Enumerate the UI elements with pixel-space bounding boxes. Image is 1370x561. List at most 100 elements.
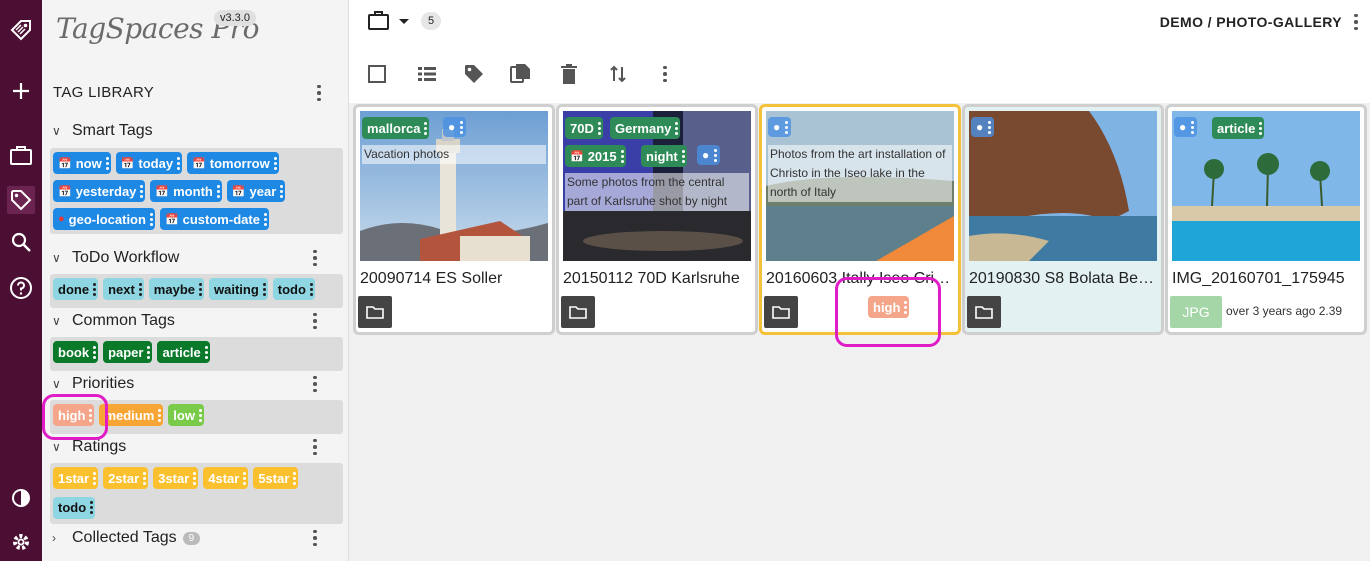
file-grid: mallorca ● Vacation photos 20090714 ES S… <box>349 103 1370 561</box>
tag-low[interactable]: low <box>168 404 204 426</box>
geo-pin-icon[interactable]: ● <box>971 117 995 137</box>
breadcrumb[interactable]: DEMO / PHOTO-GALLERY <box>1160 14 1342 30</box>
group-header-ratings[interactable]: ∨ Ratings <box>52 436 126 458</box>
geo-pin-icon[interactable]: ● <box>768 117 792 137</box>
group-menu-icon[interactable] <box>305 437 325 457</box>
sort-icon[interactable] <box>606 62 630 86</box>
chevron-down-icon: ∨ <box>52 377 61 391</box>
theme-icon[interactable] <box>7 484 35 512</box>
help-icon[interactable] <box>7 274 35 302</box>
card-tag-article[interactable]: article <box>1212 117 1265 139</box>
list-view-icon[interactable] <box>415 62 439 86</box>
file-card[interactable]: ● article IMG_20160701_175945 JPG over 3… <box>1168 107 1364 332</box>
group-header-todo-workflow[interactable]: ∨ ToDo Workflow <box>52 247 179 269</box>
file-meta: over 3 years ago 2.39 <box>1226 304 1343 318</box>
card-tag-night[interactable]: night <box>641 145 687 167</box>
tag-library-menu-icon[interactable] <box>309 83 329 103</box>
tag-3star[interactable]: 3star <box>153 467 199 489</box>
group-header-common-tags[interactable]: ∨ Common Tags <box>52 310 175 332</box>
calendar-icon: 📅 <box>570 150 584 163</box>
file-card[interactable]: ● 20190830 S8 Bolata Beach <box>965 107 1161 332</box>
geo-pin-icon[interactable]: ● <box>697 145 721 165</box>
tag-5star[interactable]: 5star <box>253 467 299 489</box>
file-count-badge: 5 <box>421 12 442 30</box>
folder-icon[interactable] <box>561 296 595 328</box>
group-menu-icon[interactable] <box>305 374 325 394</box>
folder-icon[interactable] <box>764 296 798 328</box>
settings-icon[interactable] <box>7 528 35 556</box>
add-icon[interactable] <box>7 77 35 105</box>
group-menu-icon[interactable] <box>305 528 325 548</box>
tag-high[interactable]: high <box>53 404 95 426</box>
tag-geo-location[interactable]: ● geo-location <box>53 208 155 230</box>
file-card-selected[interactable]: ● Photos from the art installation of Ch… <box>762 107 958 332</box>
group-tags-priorities: high medium low <box>50 400 343 434</box>
card-tag-mallorca[interactable]: mallorca <box>362 117 430 139</box>
tag-custom-date[interactable]: 📅 custom-date <box>159 208 269 230</box>
chevron-right-icon: › <box>52 531 56 545</box>
file-extension-badge[interactable]: JPG <box>1170 296 1222 328</box>
card-tag-high[interactable]: high <box>868 296 910 318</box>
tag-yesterday[interactable]: 📅 yesterday <box>53 180 146 202</box>
copy-icon[interactable] <box>509 62 533 86</box>
card-tag-2015[interactable]: 📅 2015 <box>565 145 626 167</box>
group-menu-icon[interactable] <box>305 248 325 268</box>
folder-icon[interactable] <box>967 296 1001 328</box>
thumbnail-lighthouse: mallorca ● Vacation photos <box>360 111 548 261</box>
card-tag-germany[interactable]: Germany <box>610 117 681 139</box>
card-description: Photos from the art installation of Chri… <box>768 145 952 202</box>
tag-done[interactable]: done <box>53 278 99 300</box>
thumbnail-lake: ● Photos from the art installation of Ch… <box>766 111 954 261</box>
file-card[interactable]: mallorca ● Vacation photos 20090714 ES S… <box>356 107 552 332</box>
group-name: Ratings <box>72 438 127 455</box>
geo-pin-icon[interactable]: ● <box>443 117 467 137</box>
tag-library-icon[interactable] <box>7 186 35 214</box>
tag-article[interactable]: article <box>157 341 210 363</box>
location-menu-icon[interactable] <box>1346 12 1366 32</box>
location-switcher[interactable] <box>368 10 414 37</box>
tag-medium[interactable]: medium <box>99 404 164 426</box>
card-title: 20190830 S8 Bolata Beach <box>969 270 1157 287</box>
tag-now[interactable]: 📅 now <box>53 152 111 174</box>
tag-waiting[interactable]: waiting <box>209 278 268 300</box>
delete-icon[interactable] <box>557 62 581 86</box>
folder-icon[interactable] <box>358 296 392 328</box>
tag-1star[interactable]: 1star <box>53 467 99 489</box>
tag-icon[interactable] <box>462 62 486 86</box>
card-tag-70d[interactable]: 70D <box>565 117 603 139</box>
group-header-priorities[interactable]: ∨ Priorities <box>52 373 134 395</box>
card-description: Some photos from the central part of Kar… <box>565 173 749 211</box>
main-area: 5 DEMO / PHOTO-GALLERY mallorca ● Vacati… <box>349 0 1370 561</box>
tag-tomorrow[interactable]: 📅 tomorrow <box>187 152 279 174</box>
thumbnail-night-city: 70D Germany 📅 2015 night ● Some photos fr… <box>563 111 751 261</box>
group-name: ToDo Workflow <box>72 249 180 266</box>
tag-year[interactable]: 📅 year <box>226 180 286 202</box>
tag-book[interactable]: book <box>53 341 99 363</box>
tagspaces-logo-icon[interactable] <box>7 16 35 44</box>
group-name: Common Tags <box>72 312 175 329</box>
chevron-down-icon: ∨ <box>52 440 61 454</box>
tag-4star[interactable]: 4star <box>203 467 249 489</box>
tag-today[interactable]: 📅 today <box>115 152 183 174</box>
group-header-smart-tags[interactable]: ∨ Smart Tags <box>52 120 153 142</box>
group-header-collected-tags[interactable]: › Collected Tags 9 <box>52 527 201 549</box>
tag-paper[interactable]: paper <box>103 341 153 363</box>
tag-2star[interactable]: 2star <box>103 467 149 489</box>
tag-todo-rating[interactable]: todo <box>53 496 96 519</box>
chevron-down-icon: ∨ <box>52 251 61 265</box>
locations-icon[interactable] <box>7 141 35 169</box>
select-all-icon[interactable] <box>365 62 389 86</box>
more-icon[interactable] <box>655 64 675 84</box>
card-title: 20150112 70D Karlsruhe <box>563 270 740 287</box>
group-menu-icon[interactable] <box>305 311 325 331</box>
version-badge: v3.3.0 <box>214 10 256 26</box>
calendar-icon: 📅 <box>192 157 206 170</box>
tag-next[interactable]: next <box>103 278 144 300</box>
tag-todo[interactable]: todo <box>272 278 315 300</box>
tag-month[interactable]: 📅 month <box>150 180 222 202</box>
file-card[interactable]: 70D Germany 📅 2015 night ● Some photos fr… <box>559 107 755 332</box>
geo-pin-icon[interactable]: ● <box>1174 117 1198 137</box>
tag-maybe[interactable]: maybe <box>148 278 204 300</box>
calendar-icon: 📅 <box>58 157 72 170</box>
search-icon[interactable] <box>7 228 35 256</box>
